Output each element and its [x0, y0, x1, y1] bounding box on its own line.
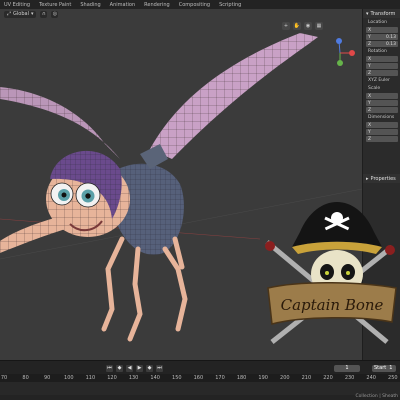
ruler-tick-label: 70: [0, 375, 8, 381]
prev-keyframe-icon[interactable]: ◆: [116, 364, 123, 372]
rotation-field-x[interactable]: X: [366, 56, 398, 62]
jump-start-icon[interactable]: ⏮: [106, 364, 113, 372]
axis-label: Z: [368, 136, 372, 142]
jump-end-icon[interactable]: ⏭: [156, 364, 163, 372]
play-reverse-icon[interactable]: ◀: [126, 364, 133, 372]
workspace-tab[interactable]: Rendering: [144, 2, 170, 8]
axis-value: 0.13: [385, 34, 396, 40]
workspace-tab-bar: UV Editing Texture Paint Shading Animation R…: [0, 0, 400, 9]
rotation-mode[interactable]: XYZ Euler: [363, 76, 400, 84]
orientation-icon: ⤢: [7, 11, 12, 17]
axis-label: Z: [368, 107, 372, 113]
workspace-tab[interactable]: Shading: [80, 2, 100, 8]
axis-label: Z: [368, 70, 372, 76]
dimensions-label: Dimensions: [368, 115, 395, 120]
rotation-field-y[interactable]: Y: [366, 63, 398, 69]
captain-bone-logo: Captain Bone: [262, 192, 400, 354]
ruler-tick-label: 210: [301, 375, 312, 381]
axis-label: Y: [368, 34, 371, 40]
location-label: Location: [368, 20, 388, 25]
ruler-tick-label: 160: [193, 375, 204, 381]
navigation-gizmo[interactable]: [336, 38, 355, 66]
ruler-tick-label: 90: [44, 375, 51, 381]
rotation-label: Rotation: [368, 49, 387, 54]
ruler-tick-label: 250: [388, 375, 398, 381]
workspace-tab[interactable]: Texture Paint: [39, 2, 71, 8]
axis-label: Y: [368, 129, 371, 135]
playback-buttons: ⏮ ◆ ◀ ▶ ◆ ⏭: [106, 364, 163, 372]
frame-ruler[interactable]: 70 80 90 100 110 120 130 140 150 160 170 180 190 200 2…: [0, 374, 400, 382]
axis-label: Z: [368, 41, 372, 47]
zoom-icon[interactable]: +: [282, 22, 290, 30]
ruler-tick-label: 150: [172, 375, 182, 381]
head: [46, 150, 130, 237]
location-field-y[interactable]: Y 0.13: [366, 34, 398, 40]
viewport-nav-buttons: + ✋ ◉ ▦: [282, 22, 323, 30]
axis-label: X: [368, 122, 372, 128]
dimensions-field-z[interactable]: Z: [366, 136, 398, 142]
left-wing: [0, 87, 120, 159]
viewport-header: ⤢ Global ▾ ∩ ◎: [0, 9, 362, 19]
timeline-editor: ⏮ ◆ ◀ ▶ ◆ ⏭ 1 Start 1 70 80 90 100 110 120 130…: [0, 360, 400, 400]
scale-label: Scale: [368, 86, 381, 91]
properties-panel-header[interactable]: ▸ Properties: [363, 174, 400, 183]
ruler-tick-label: 120: [107, 375, 117, 381]
axis-label: Y: [368, 63, 371, 69]
ruler-tick-label: 140: [150, 375, 160, 381]
status-bar: Collection | Sheath: [355, 394, 399, 399]
ruler-tick-label: 190: [258, 375, 268, 381]
camera-icon[interactable]: ◉: [304, 22, 312, 30]
grid-icon[interactable]: ▦: [315, 22, 323, 30]
proportional-edit-icon[interactable]: ◎: [51, 10, 59, 18]
transform-panel-header[interactable]: ▾ Transform: [363, 9, 400, 18]
chevron-right-icon: ▸: [366, 175, 369, 182]
right-wing: [150, 33, 318, 159]
chevron-down-icon: ▾: [30, 11, 34, 17]
workspace-tab[interactable]: Compositing: [179, 2, 210, 8]
axis-value: 0.13: [385, 41, 396, 47]
start-frame-field[interactable]: Start 1: [372, 364, 396, 372]
orientation-dropdown[interactable]: ⤢ Global ▾: [4, 10, 37, 18]
ruler-tick-label: 80: [22, 375, 29, 381]
scale-field-x[interactable]: X: [366, 93, 398, 99]
workspace-tab[interactable]: UV Editing: [4, 2, 30, 8]
ruler-tick-label: 130: [128, 375, 139, 381]
chevron-down-icon: ▾: [366, 10, 369, 17]
scale-field-y[interactable]: Y: [366, 100, 398, 106]
logo-text: Captain Bone: [281, 296, 384, 314]
keyframe-track[interactable]: [0, 382, 400, 395]
next-keyframe-icon[interactable]: ◆: [146, 364, 153, 372]
legs: [101, 236, 188, 342]
workspace-tab[interactable]: Animation: [110, 2, 136, 8]
ruler-tick-label: 200: [280, 375, 290, 381]
ruler-tick-label: 170: [215, 375, 225, 381]
ruler-tick-label: 180: [236, 375, 247, 381]
axis-label: X: [368, 27, 372, 33]
dimensions-field-x[interactable]: X: [366, 122, 398, 128]
snap-magnet-icon[interactable]: ∩: [40, 10, 48, 18]
timeline-controls: ⏮ ◆ ◀ ▶ ◆ ⏭ 1 Start 1: [0, 364, 400, 372]
axis-label: X: [368, 56, 372, 62]
location-field-x[interactable]: X: [366, 27, 398, 33]
play-icon[interactable]: ▶: [136, 364, 143, 372]
dimensions-field-y[interactable]: Y: [366, 129, 398, 135]
workspace-tab[interactable]: Scripting: [219, 2, 241, 8]
hand-icon[interactable]: ✋: [293, 22, 301, 30]
ruler-tick-label: 230: [344, 375, 355, 381]
ruler-tick-label: 110: [85, 375, 96, 381]
ruler-tick-label: 240: [366, 375, 376, 381]
current-frame-field[interactable]: 1: [334, 364, 360, 372]
ruler-tick-label: 220: [323, 375, 333, 381]
axis-label: Y: [368, 100, 371, 106]
axis-label: X: [368, 93, 372, 99]
ruler-tick-label: 100: [64, 375, 74, 381]
